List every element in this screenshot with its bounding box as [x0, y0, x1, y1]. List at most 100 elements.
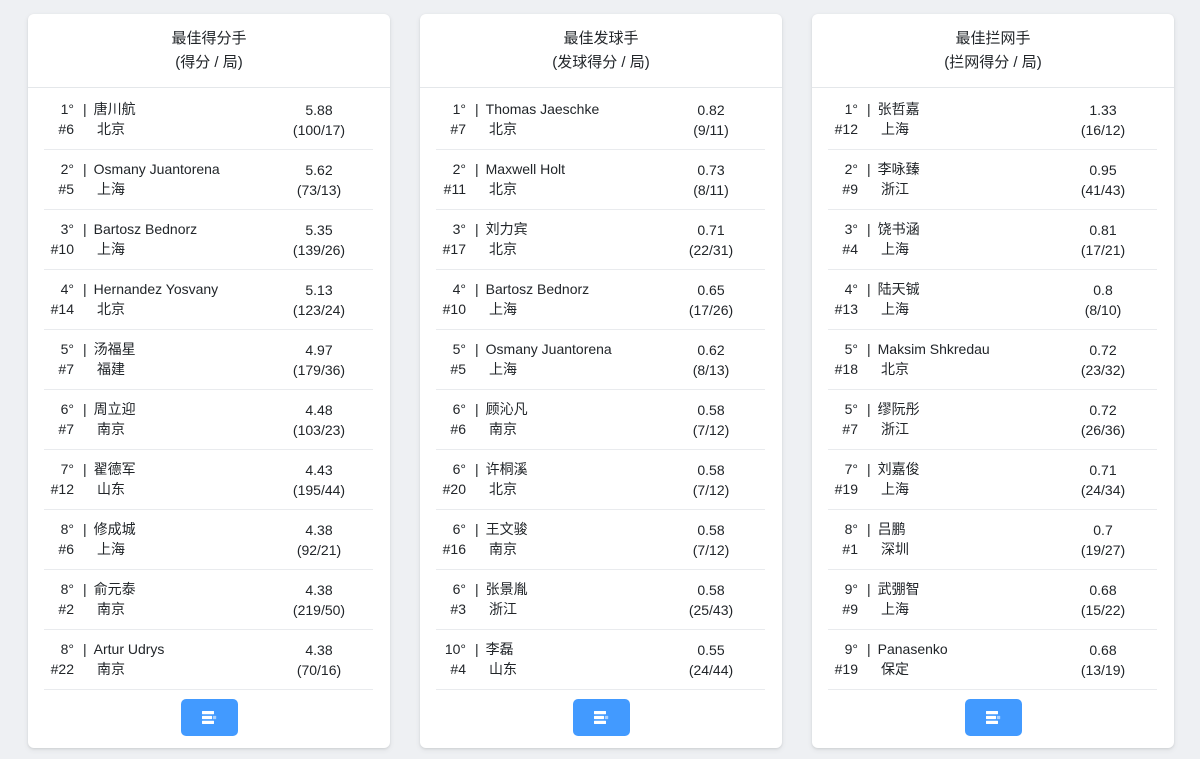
leaderboard-row: 8° #2 | 俞元泰 南京 4.38 (219/50) — [44, 570, 373, 629]
row-player-number: #2 — [58, 601, 74, 617]
row-rank-column: 6° #7 — [44, 399, 74, 439]
card-subtitle: (发球得分 / 局) — [552, 54, 650, 71]
row-rank: 2° — [60, 161, 74, 177]
stat-value: 0.58 — [697, 522, 725, 538]
row-rank: 3° — [844, 221, 858, 237]
row-name-column: | 李磊 山东 — [475, 639, 517, 679]
player-name: 缪阮彤 — [877, 401, 920, 417]
row-rank-column: 2° #11 — [436, 159, 466, 199]
row-player-block: 5° #5 | Osmany Juantorena 上海 — [436, 339, 612, 379]
row-rank-column: 8° #22 — [44, 639, 74, 679]
row-player-number: #5 — [58, 181, 74, 197]
row-rank-column: 1° #6 — [44, 99, 74, 139]
leaderboard-row: 6° #6 | 顾沁凡 南京 0.58 (7/12) — [436, 390, 765, 449]
row-player-block: 8° #1 | 吕鹏 深圳 — [828, 519, 909, 559]
row-player-block: 3° #10 | Bartosz Bednorz 上海 — [44, 219, 198, 259]
full-list-button[interactable] — [572, 699, 630, 736]
leaderboard-row: 7° #19 | 刘嘉俊 上海 0.71 (24/34) — [828, 450, 1157, 509]
leaderboard-card: 最佳拦网手 (拦网得分 / 局) 1° #12 | 张哲嘉 上海 1.33 (1… — [812, 14, 1174, 748]
team-name: 浙江 — [489, 601, 517, 617]
stat-value: 0.82 — [697, 102, 725, 118]
row-player-block: 9° #9 | 武弸智 上海 — [828, 579, 919, 619]
player-name: 陆天铖 — [877, 281, 920, 297]
stat-value: 0.68 — [1089, 642, 1117, 658]
full-list-button[interactable] — [964, 699, 1022, 736]
player-name: Maksim Shkredau — [877, 341, 990, 357]
stat-value: 0.8 — [1093, 282, 1113, 298]
pipe-divider: | — [867, 221, 871, 237]
row-stat-column: 0.82 (9/11) — [657, 100, 765, 140]
team-name: 北京 — [97, 301, 125, 317]
leaderboard-row: 1° #6 | 唐川航 北京 5.88 (100/17) — [44, 90, 373, 149]
pipe-divider: | — [83, 401, 87, 417]
row-name-column: | 缪阮彤 浙江 — [867, 399, 920, 439]
row-stat-column: 4.38 (70/16) — [265, 640, 373, 680]
row-name-column: | Bartosz Bednorz 上海 — [475, 279, 589, 319]
stat-value: 0.95 — [1089, 162, 1117, 178]
stat-value: 4.38 — [305, 522, 333, 538]
stat-value: 1.33 — [1089, 102, 1117, 118]
player-name: 吕鹏 — [877, 521, 906, 537]
stat-fraction: (13/19) — [1080, 662, 1126, 678]
row-player-block: 5° #7 | 汤福星 福建 — [44, 339, 135, 379]
row-rank-column: 4° #10 — [436, 279, 466, 319]
row-player-number: #3 — [450, 601, 466, 617]
pipe-divider: | — [83, 581, 87, 597]
player-name: 翟德军 — [93, 461, 136, 477]
pipe-divider: | — [475, 581, 479, 597]
leaderboard-row: 4° #14 | Hernandez Yosvany 北京 5.13 (123/… — [44, 270, 373, 329]
row-player-number: #19 — [834, 481, 858, 497]
stat-fraction: (92/21) — [296, 542, 342, 558]
leaderboard-card: 最佳得分手 (得分 / 局) 1° #6 | 唐川航 北京 5.88 (100/… — [28, 14, 390, 748]
row-name-column: | 饶书涵 上海 — [867, 219, 920, 259]
player-name: 张哲嘉 — [877, 101, 920, 117]
row-rank: 8° — [60, 581, 74, 597]
row-player-number: #1 — [842, 541, 858, 557]
row-rank: 8° — [844, 521, 858, 537]
row-rank: 6° — [452, 521, 466, 537]
row-stat-column: 4.38 (92/21) — [265, 520, 373, 560]
pipe-divider: | — [475, 521, 479, 537]
leaderboard-row: 2° #11 | Maxwell Holt 北京 0.73 (8/11) — [436, 150, 765, 209]
player-name: 刘力宾 — [485, 221, 528, 237]
row-rank: 2° — [844, 161, 858, 177]
row-name-column: | 王文骏 南京 — [475, 519, 528, 559]
stat-value: 0.58 — [697, 402, 725, 418]
full-list-button[interactable] — [180, 699, 238, 736]
team-name: 上海 — [881, 601, 909, 617]
stat-value: 4.97 — [305, 342, 333, 358]
row-player-block: 1° #12 | 张哲嘉 上海 — [828, 99, 920, 139]
player-name: Maxwell Holt — [485, 161, 565, 177]
stat-fraction: (41/43) — [1080, 182, 1126, 198]
row-name-column: | 翟德军 山东 — [83, 459, 136, 499]
pipe-divider: | — [83, 641, 87, 657]
pipe-divider: | — [867, 161, 871, 177]
row-rank: 6° — [60, 401, 74, 417]
row-rank-column: 4° #13 — [828, 279, 858, 319]
card-body: 1° #12 | 张哲嘉 上海 1.33 (16/12) 2° #9 | 李咏臻… — [812, 88, 1174, 690]
player-name: 李磊 — [485, 641, 514, 657]
row-rank-column: 1° #7 — [436, 99, 466, 139]
row-player-block: 9° #19 | Panasenko 保定 — [828, 639, 948, 679]
row-rank-column: 5° #18 — [828, 339, 858, 379]
stat-fraction: (24/34) — [1080, 482, 1126, 498]
pipe-divider: | — [867, 641, 871, 657]
row-player-number: #10 — [442, 301, 466, 317]
leaderboard-row: 4° #10 | Bartosz Bednorz 上海 0.65 (17/26) — [436, 270, 765, 329]
team-name: 南京 — [489, 421, 517, 437]
leaderboard-row: 1° #7 | Thomas Jaeschke 北京 0.82 (9/11) — [436, 90, 765, 149]
row-rank-column: 1° #12 — [828, 99, 858, 139]
player-name: Artur Udrys — [93, 641, 165, 657]
row-name-column: | Osmany Juantorena 上海 — [475, 339, 612, 379]
stat-fraction: (19/27) — [1080, 542, 1126, 558]
row-stat-column: 5.35 (139/26) — [265, 220, 373, 260]
row-name-column: | Hernandez Yosvany 北京 — [83, 279, 218, 319]
row-player-block: 4° #13 | 陆天铖 上海 — [828, 279, 920, 319]
row-name-column: | 张哲嘉 上海 — [867, 99, 920, 139]
player-name: 修成城 — [93, 521, 136, 537]
pipe-divider: | — [475, 161, 479, 177]
row-rank-column: 6° #20 — [436, 459, 466, 499]
team-name: 浙江 — [881, 181, 909, 197]
leaderboard-row: 8° #22 | Artur Udrys 南京 4.38 (70/16) — [44, 630, 373, 689]
stat-value: 0.71 — [697, 222, 725, 238]
